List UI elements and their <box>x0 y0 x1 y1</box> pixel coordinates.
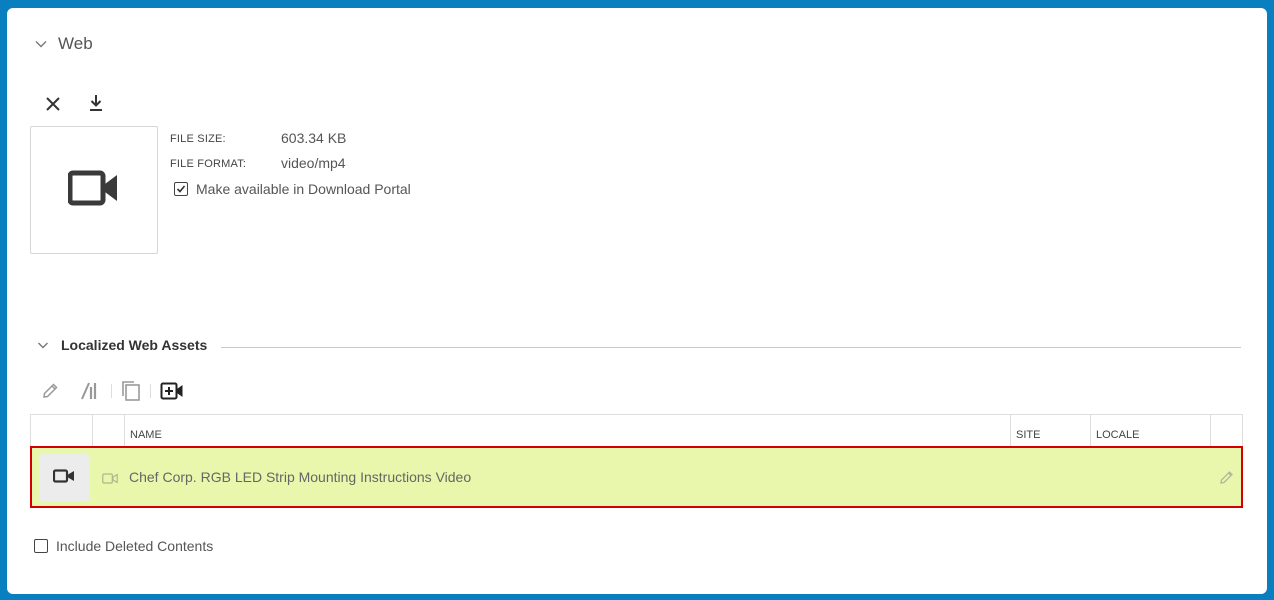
web-section-title: Web <box>58 34 93 53</box>
close-icon[interactable] <box>42 93 64 115</box>
include-deleted-checkbox[interactable] <box>34 539 48 553</box>
column-header-site[interactable]: SITE <box>1011 415 1091 449</box>
file-size-value: 603.34 KB <box>281 130 347 146</box>
localized-section-title: Localized Web Assets <box>61 337 208 353</box>
download-portal-checkbox[interactable] <box>174 182 188 196</box>
download-portal-option[interactable]: Make available in Download Portal <box>174 181 411 197</box>
pencil-icon[interactable] <box>37 380 63 402</box>
toolbar-separator <box>111 384 112 398</box>
chevron-down-icon[interactable] <box>34 37 48 51</box>
include-deleted-label: Include Deleted Contents <box>56 538 214 554</box>
add-video-icon[interactable] <box>159 380 185 402</box>
localized-section-header[interactable]: Localized Web Assets <box>37 337 207 353</box>
column-header-name[interactable]: NAME <box>125 415 1011 449</box>
include-deleted-option[interactable]: Include Deleted Contents <box>34 538 213 554</box>
video-camera-icon <box>52 468 75 488</box>
column-header-actions <box>1211 415 1244 449</box>
column-header-type <box>93 415 125 449</box>
section-divider <box>221 347 1241 348</box>
table-header: NAME SITE LOCALE <box>30 414 1244 449</box>
download-portal-label: Make available in Download Portal <box>196 181 411 197</box>
toolbar-separator <box>150 384 151 398</box>
column-header-thumbnail <box>31 415 93 449</box>
file-format-value: video/mp4 <box>281 155 346 171</box>
video-camera-icon <box>67 170 120 211</box>
column-header-locale[interactable]: LOCALE <box>1091 415 1211 449</box>
file-format-label: FILE FORMAT: <box>170 158 247 170</box>
web-section-header[interactable]: Web <box>34 34 93 54</box>
video-type-icon <box>102 471 118 489</box>
table-row[interactable]: Chef Corp. RGB LED Strip Mounting Instru… <box>30 446 1243 508</box>
main-panel: Web FILE SIZE: 603.34 KB FILE FORMAT: vi… <box>7 8 1267 594</box>
copy-icon[interactable] <box>120 380 142 402</box>
file-size-label: FILE SIZE: <box>170 133 226 145</box>
split-icon[interactable] <box>77 380 103 402</box>
chevron-down-icon[interactable] <box>37 339 49 351</box>
download-icon[interactable] <box>85 92 107 114</box>
pencil-icon[interactable] <box>1219 469 1235 490</box>
localized-assets-table: NAME SITE LOCALE Chef Corp. RGB LED Stri… <box>30 414 1243 515</box>
row-thumbnail[interactable] <box>39 454 89 502</box>
row-name: Chef Corp. RGB LED Strip Mounting Instru… <box>129 469 472 485</box>
localized-toolbar <box>37 380 185 402</box>
asset-thumbnail[interactable] <box>30 126 158 254</box>
